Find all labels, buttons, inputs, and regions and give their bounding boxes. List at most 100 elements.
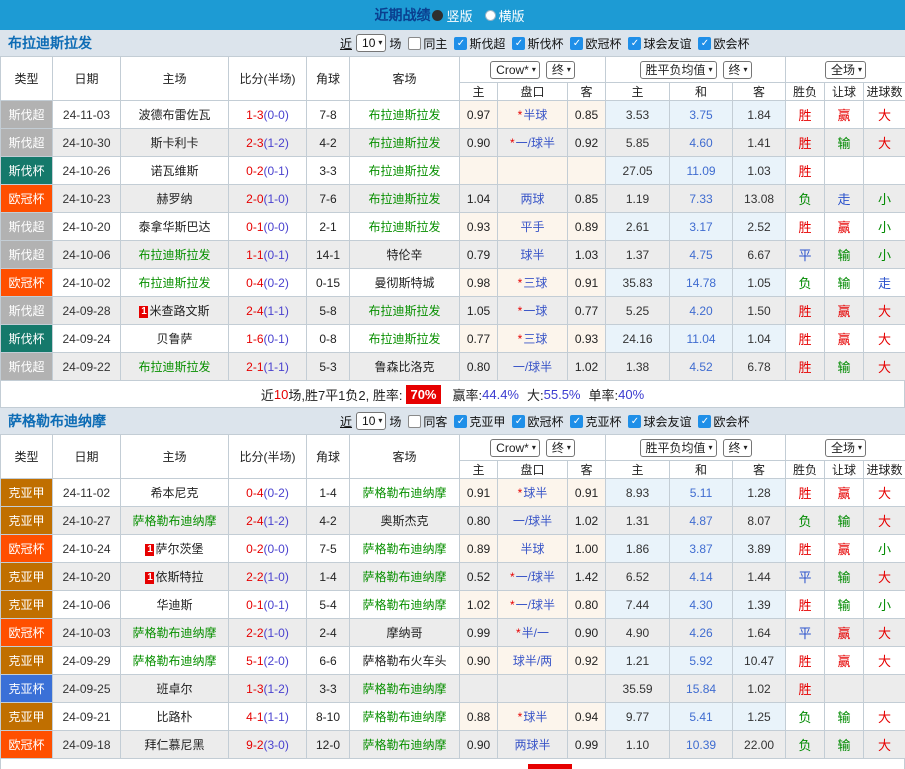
league-checkbox-4[interactable]: ✓ [698, 415, 711, 428]
avg-type-select[interactable]: 胜平负均值▾ [640, 61, 717, 79]
league-checkbox-label-2: 欧冠杯 [585, 35, 621, 52]
home-team-cell: 1萨尔茨堡 [121, 535, 229, 563]
score-cell: 1-1(0-1) [229, 241, 307, 269]
fulltime-score: 2-2 [246, 626, 263, 640]
avg-away: 1.84 [733, 101, 786, 129]
avg-away: 13.08 [733, 185, 786, 213]
avg-away: 1.41 [733, 129, 786, 157]
home-team-name[interactable]: 依斯特拉 [155, 570, 203, 584]
match-date: 24-09-29 [53, 647, 121, 675]
league-checkbox-4[interactable]: ✓ [698, 37, 711, 50]
home-team-name[interactable]: 布拉迪斯拉发 [138, 276, 210, 290]
league-checkbox-2[interactable]: ✓ [570, 37, 583, 50]
away-team-name[interactable]: 萨格勒布迪纳摩 [362, 570, 446, 584]
league-checkbox-1[interactable]: ✓ [512, 37, 525, 50]
home-team-name[interactable]: 班卓尔 [156, 682, 192, 696]
avg-time-select[interactable]: 终▾ [723, 439, 752, 457]
table-row: 克亚杯24-09-25班卓尔1-3(1-2)3-3萨格勒布迪纳摩35.5915.… [1, 675, 905, 703]
league-checkbox-1[interactable]: ✓ [512, 415, 525, 428]
table-row: 欧冠杯24-10-241萨尔茨堡0-2(0-0)7-5萨格勒布迪纳摩0.89半球… [1, 535, 905, 563]
away-team-name[interactable]: 萨格勒布迪纳摩 [362, 682, 446, 696]
home-team-name[interactable]: 萨格勒布迪纳摩 [132, 626, 216, 640]
score-cell: 2-3(1-2) [229, 129, 307, 157]
column-header: 角球 [307, 57, 350, 101]
home-team-name[interactable]: 赫罗纳 [156, 192, 192, 206]
away-team-name[interactable]: 特伦辛 [386, 248, 422, 262]
home-team-name[interactable]: 诺瓦维斯 [150, 164, 198, 178]
home-team-name[interactable]: 拜仁慕尼黑 [144, 738, 204, 752]
home-team-name[interactable]: 布拉迪斯拉发 [138, 248, 210, 262]
fulltime-score: 2-1 [246, 360, 263, 374]
league-checkbox-0[interactable]: ✓ [454, 415, 467, 428]
match-date: 24-11-02 [53, 479, 121, 507]
home-team-name[interactable]: 萨尔茨堡 [155, 542, 203, 556]
fulltime-score: 1-1 [246, 248, 263, 262]
away-team-name[interactable]: 摩纳哥 [386, 626, 422, 640]
odds-time-select[interactable]: 终▾ [546, 61, 575, 79]
away-team-name[interactable]: 布拉迪斯拉发 [368, 108, 440, 122]
home-team-name[interactable]: 斯卡利卡 [150, 136, 198, 150]
rank-badge: 1 [145, 572, 154, 584]
halftime-score: (0-1) [264, 248, 289, 262]
column-header: 主场 [121, 57, 229, 101]
result-flag: 平 [786, 241, 825, 269]
home-team-name[interactable]: 希本尼克 [150, 486, 198, 500]
home-team-name[interactable]: 布拉迪斯拉发 [138, 360, 210, 374]
home-team-name[interactable]: 米查路文斯 [149, 304, 209, 318]
home-team-name[interactable]: 比路朴 [156, 710, 192, 724]
layout-vertical-radio-icon[interactable] [432, 10, 443, 21]
home-team-name[interactable]: 贝鲁萨 [156, 332, 192, 346]
away-team-name[interactable]: 萨格勒布迪纳摩 [362, 486, 446, 500]
away-team-name[interactable]: 萨格勒布迪纳摩 [362, 542, 446, 556]
odds-source-select[interactable]: Crow*▾ [490, 61, 540, 79]
same-venue-checkbox[interactable] [408, 415, 421, 428]
home-team-name[interactable]: 波德布雷佐瓦 [138, 108, 210, 122]
away-team-name[interactable]: 布拉迪斯拉发 [368, 220, 440, 234]
away-team-name[interactable]: 布拉迪斯拉发 [368, 164, 440, 178]
league-checkbox-0[interactable]: ✓ [454, 37, 467, 50]
home-team-name[interactable]: 萨格勒布迪纳摩 [132, 654, 216, 668]
same-venue-checkbox[interactable] [408, 37, 421, 50]
avg-type-select[interactable]: 胜平负均值▾ [640, 439, 717, 457]
scope-select-value: 全场 [831, 63, 855, 77]
away-team-name[interactable]: 布拉迪斯拉发 [368, 192, 440, 206]
away-team-cell: 萨格勒布迪纳摩 [350, 479, 460, 507]
match-count-select[interactable]: 10▾ [356, 412, 386, 430]
sub-column-header: 主 [460, 461, 498, 479]
home-team-name[interactable]: 华迪斯 [156, 598, 192, 612]
sub-column-header: 主 [606, 461, 670, 479]
match-count-select[interactable]: 10▾ [356, 34, 386, 52]
match-date: 24-10-20 [53, 563, 121, 591]
home-team-name[interactable]: 泰拿华斯巴达 [138, 220, 210, 234]
away-team-name[interactable]: 布拉迪斯拉发 [368, 136, 440, 150]
away-team-name[interactable]: 萨格勒布迪纳摩 [362, 598, 446, 612]
scope-select[interactable]: 全场▾ [825, 439, 866, 457]
handicap-line: *三球 [498, 325, 568, 353]
league-checkbox-3[interactable]: ✓ [628, 37, 641, 50]
asterisk-mark: * [510, 570, 515, 584]
fulltime-score: 5-1 [246, 654, 263, 668]
league-checkbox-2[interactable]: ✓ [570, 415, 583, 428]
away-team-name[interactable]: 萨格勒布火车头 [362, 654, 446, 668]
away-team-name[interactable]: 鲁森比洛克 [374, 360, 434, 374]
odds-source-select[interactable]: Crow*▾ [490, 439, 540, 457]
away-team-name[interactable]: 布拉迪斯拉发 [368, 332, 440, 346]
league-checkbox-3[interactable]: ✓ [628, 415, 641, 428]
away-team-name[interactable]: 布拉迪斯拉发 [368, 304, 440, 318]
layout-vertical-label[interactable]: 竖版 [446, 6, 472, 25]
away-team-name[interactable]: 萨格勒布迪纳摩 [362, 738, 446, 752]
layout-horizontal-label[interactable]: 横版 [499, 6, 525, 25]
goals-flag: 大 [864, 297, 905, 325]
layout-horizontal-radio-icon[interactable] [485, 10, 496, 21]
corner-score: 3-3 [307, 675, 350, 703]
away-team-name[interactable]: 奥斯杰克 [380, 514, 428, 528]
avg-time-select[interactable]: 终▾ [723, 61, 752, 79]
away-team-name[interactable]: 萨格勒布迪纳摩 [362, 710, 446, 724]
away-team-name[interactable]: 曼彻斯特城 [374, 276, 434, 290]
home-odds: 0.98 [460, 269, 498, 297]
match-date: 24-10-27 [53, 507, 121, 535]
home-team-name[interactable]: 萨格勒布迪纳摩 [132, 514, 216, 528]
home-team-cell: 萨格勒布迪纳摩 [121, 647, 229, 675]
scope-select[interactable]: 全场▾ [825, 61, 866, 79]
odds-time-select[interactable]: 终▾ [546, 439, 575, 457]
